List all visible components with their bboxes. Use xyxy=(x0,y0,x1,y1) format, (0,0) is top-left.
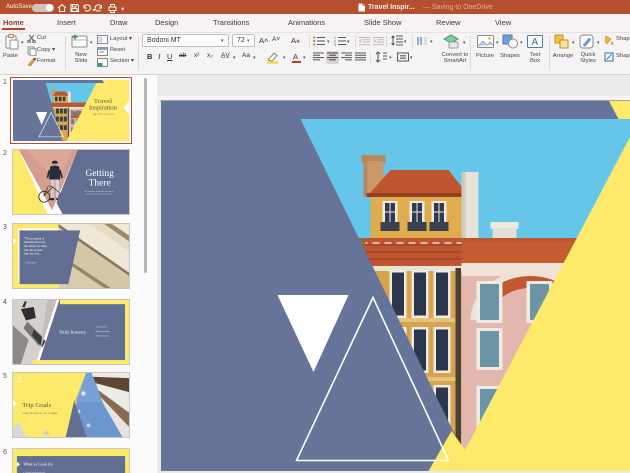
svg-text:Trip Goals: Trip Goals xyxy=(22,402,52,409)
svg-text:There: There xyxy=(89,179,111,189)
svg-text:A: A xyxy=(532,37,539,48)
svg-text:SOME TEXT WE SET OUT TO MAKE: SOME TEXT WE SET OUT TO MAKE xyxy=(22,412,58,415)
svg-text:that we tell...: that we tell... xyxy=(24,252,41,256)
svg-text:• Accommodat.: • Accommodat. xyxy=(95,330,110,333)
svg-text:so we will rounds the funds we: so we will rounds the funds we xyxy=(86,192,112,195)
svg-text:What to Look for: What to Look for xyxy=(23,462,53,467)
svg-text:3: 3 xyxy=(334,43,336,46)
svg-text:• Get tickets: • Get tickets xyxy=(95,325,108,328)
svg-text:BY FIRST LASTNAME: BY FIRST LASTNAME xyxy=(93,113,114,116)
svg-text:—Unknown: —Unknown xyxy=(24,263,37,265)
svg-text:Inspiration: Inspiration xyxy=(88,103,117,111)
svg-text:Getting: Getting xyxy=(86,169,115,179)
svg-text:• Reservations: • Reservations xyxy=(95,334,110,337)
svg-text:We travelers want other big te: We travelers want other big terrific xyxy=(84,190,113,193)
svg-text:Daily Itinerary: Daily Itinerary xyxy=(59,329,87,334)
